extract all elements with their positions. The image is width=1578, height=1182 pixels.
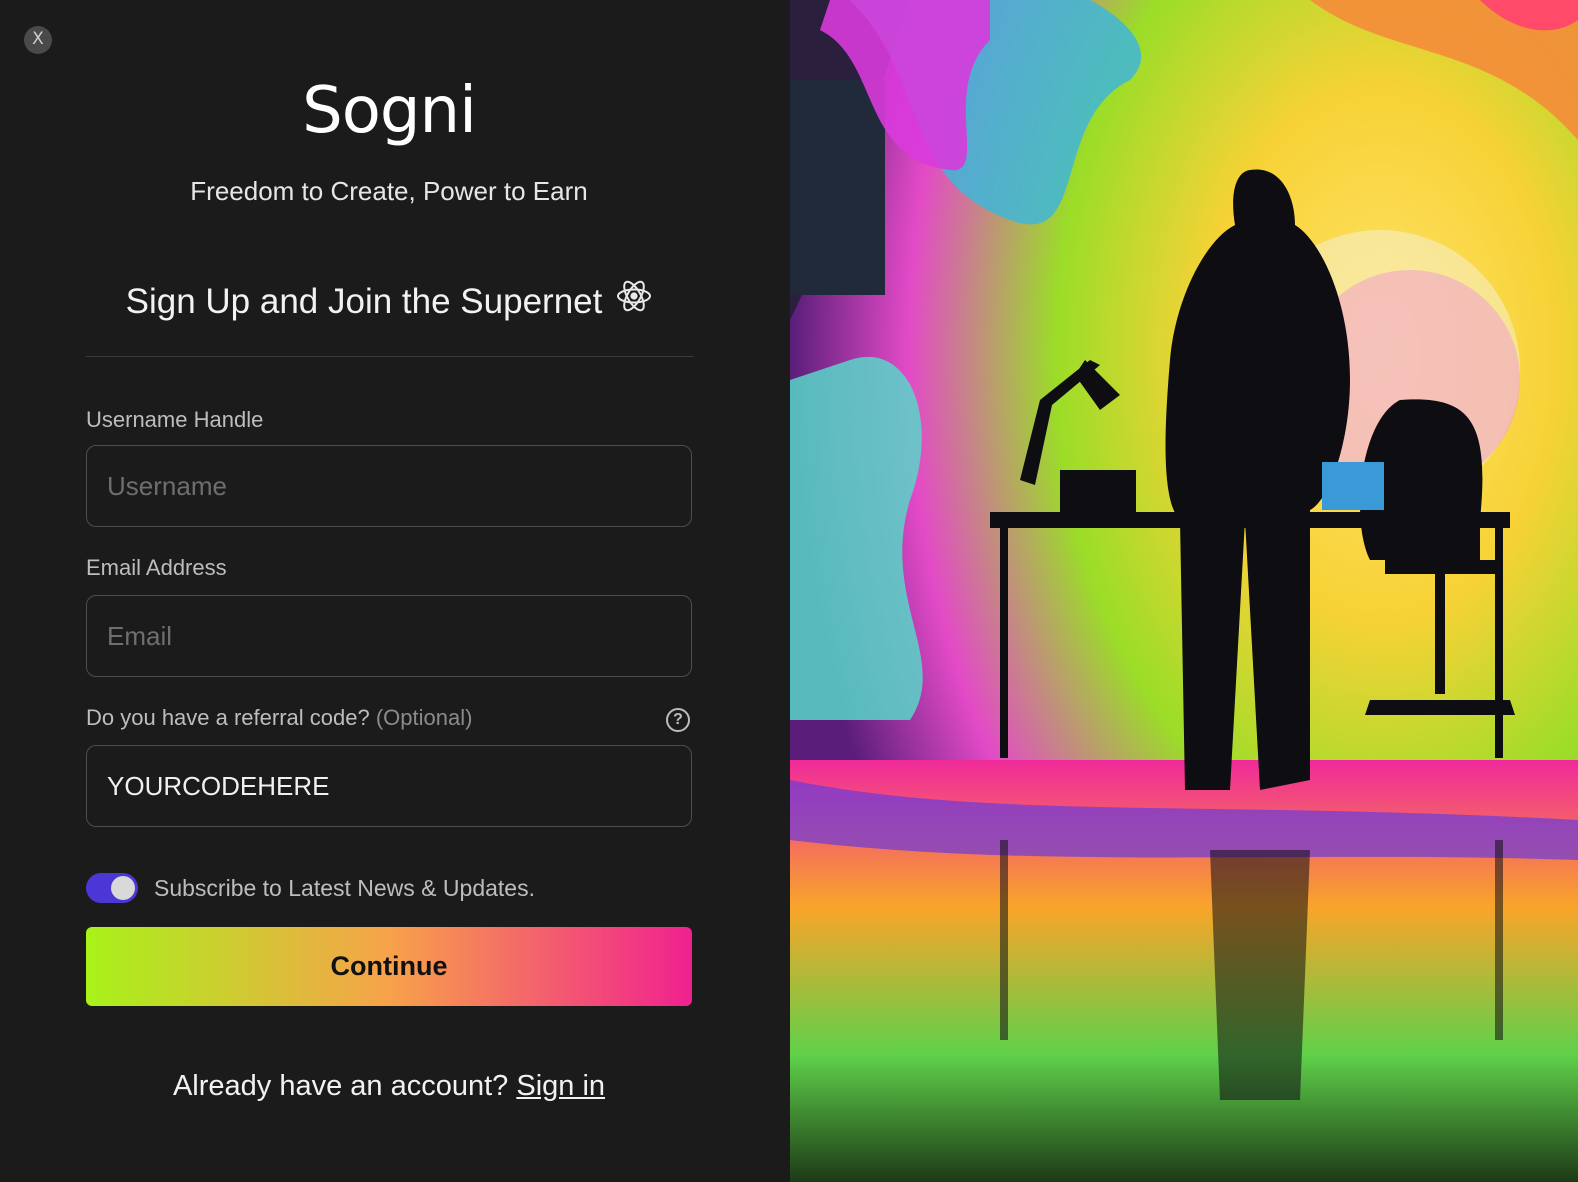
email-label: Email Address [86,555,227,580]
toggle-knob [111,876,135,900]
brand-tagline: Freedom to Create, Power to Earn [190,176,588,206]
atom-icon [616,278,652,323]
signin-prompt-text: Already have an account? [172,1070,509,1102]
subscribe-label: Subscribe to Latest News & Updates. [154,875,535,901]
username-input[interactable] [87,446,691,526]
referral-label: Do you have a referral code? (Optional) [86,705,472,731]
brand-logo: Sogni [302,74,477,148]
signup-panel: X Sogni Freedom to Create, Power to Earn… [0,0,790,1182]
username-label: Username Handle [86,407,264,432]
subscribe-toggle[interactable] [86,873,138,903]
hero-artwork [790,0,1578,1182]
divider [86,356,694,357]
referral-code-input[interactable] [87,746,691,826]
continue-button[interactable]: Continue [86,927,692,1006]
question-circle-icon[interactable]: ? [666,708,690,732]
referral-label-text: Do you have a referral code? [86,705,370,730]
email-field-wrapper [86,595,692,677]
referral-field-wrapper [86,745,692,827]
page-heading: Sign Up and Join the Supernet [0,281,778,323]
optional-tag: (Optional) [375,705,473,730]
email-input[interactable] [87,596,691,676]
username-field-wrapper [86,445,692,527]
signin-prompt: Already have an account? Sign in [0,1070,778,1103]
close-button[interactable]: X [24,26,52,54]
signin-link[interactable]: Sign in [516,1070,605,1102]
page-title: Sign Up and Join the Supernet [125,282,603,321]
